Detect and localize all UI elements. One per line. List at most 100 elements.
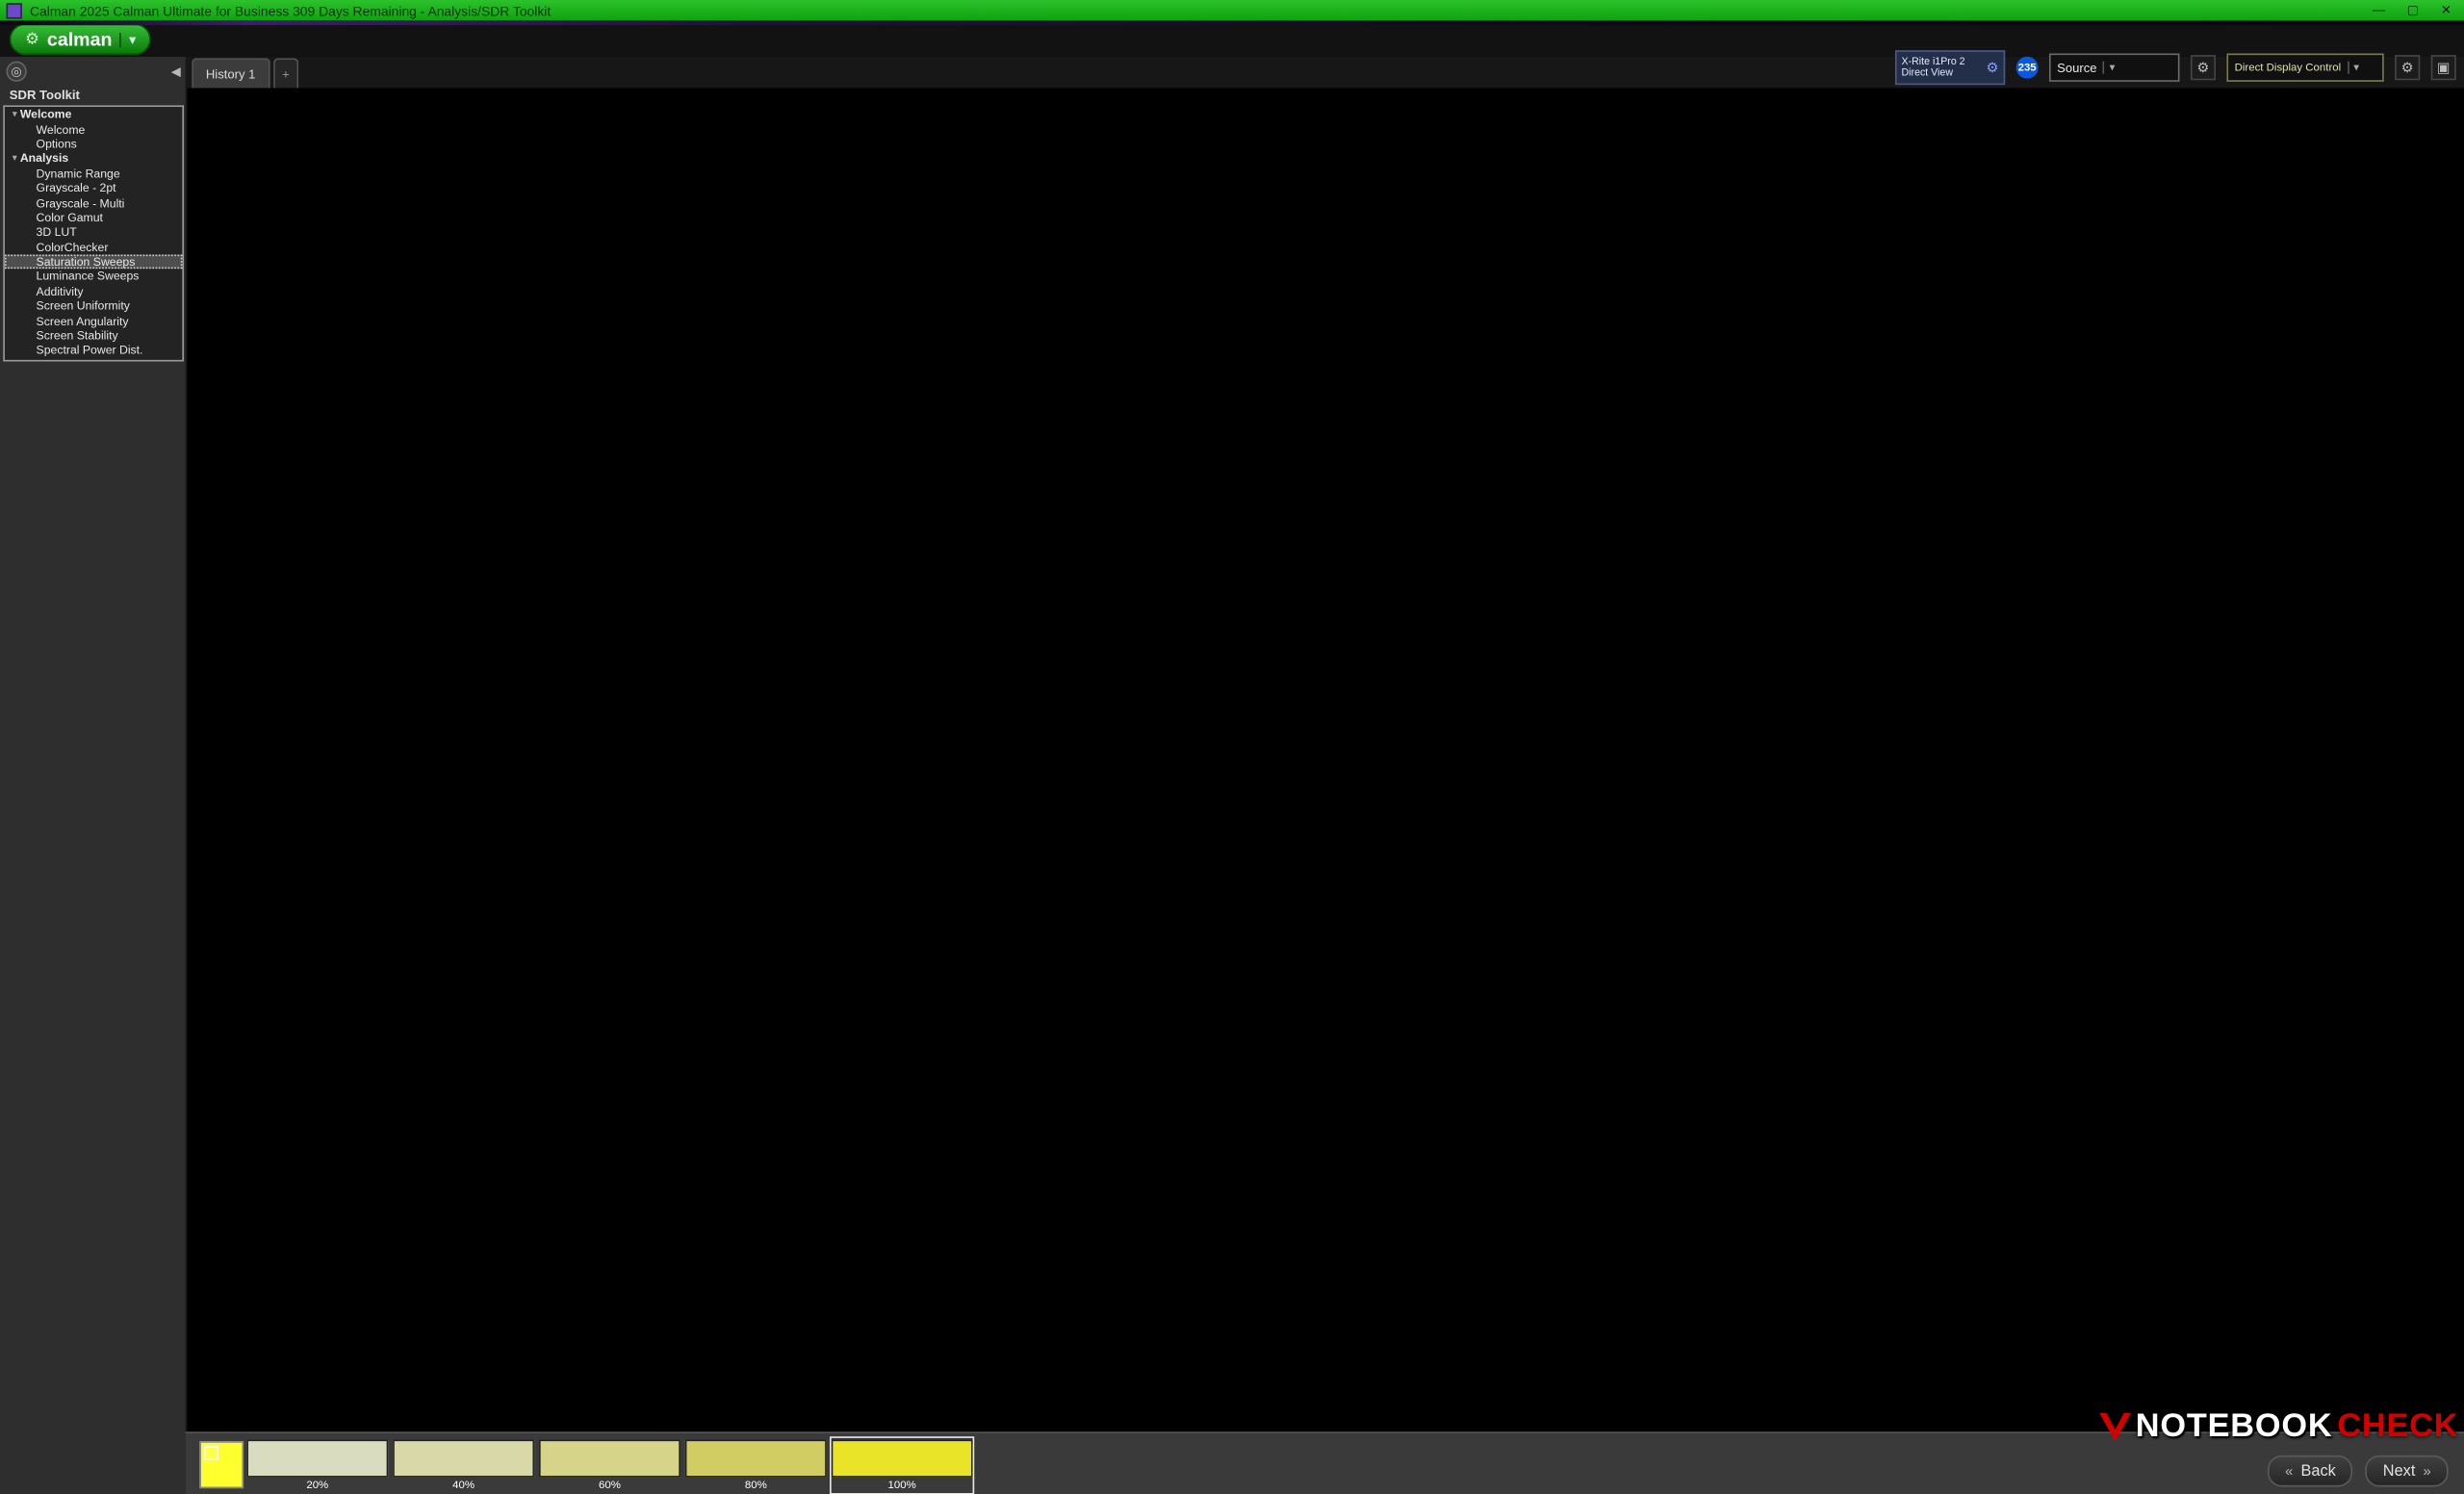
watermark-text-1: NOTEBOOK [2136, 1408, 2333, 1446]
sidebar-item-label: Color Gamut [37, 211, 103, 225]
window-controls: — ▢ ✕ [2373, 3, 2464, 17]
swatch-color [685, 1440, 827, 1478]
swatch-label: 40% [452, 1481, 475, 1491]
sidebar-item-label: Screen Uniformity [37, 299, 130, 314]
source-dropdown[interactable]: Source ▾ [2049, 54, 2180, 82]
tab-history-1[interactable]: History 1 [192, 58, 270, 88]
back-label: Back [2301, 1462, 2336, 1480]
chip-marker [204, 1446, 218, 1460]
bottom-swatch-20[interactable]: 20% [248, 1440, 387, 1492]
sidebar-item-welcome[interactable]: Welcome [5, 121, 182, 136]
swatch-color [832, 1440, 973, 1478]
sidebar-item-label: Luminance Sweeps [37, 270, 140, 284]
display-settings-gear-icon[interactable]: ⚙ [2395, 55, 2420, 80]
sidebar-item-3d-lut[interactable]: 3D LUT [5, 225, 182, 240]
titlebar: Calman 2025 Calman Ultimate for Business… [0, 0, 2464, 20]
bottom-swatch-40[interactable]: 40% [395, 1440, 533, 1492]
sidebar-tree: ▾WelcomeWelcomeOptions▾AnalysisDynamic R… [3, 105, 184, 361]
sidebar-item-label: Analysis [20, 151, 68, 166]
sidebar-item-label: Saturation Sweeps [37, 255, 136, 270]
swatch-label: 100% [888, 1481, 916, 1491]
sidebar-item-saturation-sweeps[interactable]: Saturation Sweeps [5, 254, 182, 269]
sidebar-item-colorchecker[interactable]: ColorChecker [5, 240, 182, 254]
sidebar-item-screen-angularity[interactable]: Screen Angularity [5, 314, 182, 328]
swatch-label: 60% [599, 1481, 621, 1491]
sidebar-item-color-gamut[interactable]: Color Gamut [5, 210, 182, 224]
meter-count-badge: 235 [2016, 57, 2039, 79]
expander-icon: ▾ [13, 154, 17, 164]
main-content [186, 88, 2464, 1433]
chevron-down-icon: ▾ [2348, 62, 2359, 74]
app-icon [7, 2, 22, 17]
app-window: Calman 2025 Calman Ultimate for Business… [0, 0, 2464, 1494]
logo-text: calman [47, 28, 113, 50]
meter-button[interactable]: X-Rite i1Pro 2 Direct View ⚙ [1895, 50, 2005, 85]
display-control-dropdown-value: Direct Display Control [2235, 62, 2342, 72]
notebookcheck-watermark: NOTEBOOK CHECK [2099, 1408, 2458, 1446]
maximize-button[interactable]: ▢ [2407, 3, 2419, 17]
display-control-dropdown[interactable]: Direct Display Control ▾ [2226, 54, 2383, 82]
sidebar-item-label: Grayscale - 2pt [37, 181, 116, 195]
calman-menu-button[interactable]: ⚙ calman ▾ [10, 23, 152, 55]
window-title: Calman 2025 Calman Ultimate for Business… [30, 2, 551, 17]
watermark-text-2: CHECK [2337, 1408, 2458, 1446]
next-arrow-icon: » [2424, 1463, 2431, 1479]
sidebar-item-label: Options [37, 137, 77, 151]
gear-icon: ⚙ [25, 31, 39, 48]
swatch-label: 80% [745, 1481, 767, 1491]
sidebar-item-label: Grayscale - Multi [37, 195, 125, 210]
sidebar-title: SDR Toolkit [10, 88, 80, 102]
sidebar-item-dynamic-range[interactable]: Dynamic Range [5, 166, 182, 180]
sidebar-item-label: Screen Angularity [37, 314, 129, 328]
sidebar-item-label: ColorChecker [37, 240, 109, 254]
sidebar-item-luminance-sweeps[interactable]: Luminance Sweeps [5, 270, 182, 284]
back-button[interactable]: « Back [2268, 1455, 2353, 1487]
workflow-controls: X-Rite i1Pro 2 Direct View ⚙ 235 Source … [1895, 50, 2456, 85]
sidebar-collapse-icon[interactable]: ◀ [171, 64, 181, 79]
swatch-color [539, 1440, 680, 1478]
bottom-swatch-60[interactable]: 60% [541, 1440, 680, 1492]
sidebar-item-grayscale-multi[interactable]: Grayscale - Multi [5, 195, 182, 210]
swatch-color [393, 1440, 534, 1478]
close-button[interactable]: ✕ [2441, 3, 2451, 17]
minimize-button[interactable]: — [2373, 3, 2385, 17]
sidebar-item-label: Dynamic Range [37, 167, 120, 181]
gear-icon: ⚙ [1987, 59, 1999, 76]
sidebar-item-label: Additivity [37, 284, 84, 298]
bottom-swatch-strip: 20% 40% 60% 80% 100% [248, 1440, 971, 1492]
source-settings-gear-icon[interactable]: ⚙ [2191, 55, 2216, 80]
sidebar-item-screen-uniformity[interactable]: Screen Uniformity [5, 298, 182, 313]
add-tab-button[interactable]: + [272, 58, 298, 88]
sidebar-item-label: 3D LUT [37, 225, 77, 240]
sidebar-item-label: Spectral Power Dist. [37, 344, 143, 358]
source-dropdown-value: Source [2057, 61, 2096, 75]
sidebar-item-grayscale-2pt[interactable]: Grayscale - 2pt [5, 181, 182, 195]
screen: Calman 2025 Calman Ultimate for Business… [0, 0, 2464, 1494]
swatch-label: 20% [306, 1481, 328, 1491]
next-label: Next [2383, 1462, 2416, 1480]
meter-line2: Direct View [1902, 67, 1965, 79]
sidebar-item-additivity[interactable]: Additivity [5, 284, 182, 298]
display-icon[interactable]: ▣ [2431, 55, 2456, 80]
meter-line1: X-Rite i1Pro 2 [1902, 56, 1965, 67]
sidebar-item-analysis[interactable]: ▾Analysis [5, 151, 182, 166]
swatch-color [246, 1440, 388, 1478]
sidebar-item-options[interactable]: Options [5, 137, 182, 151]
chevron-down-icon: ▾ [2103, 62, 2115, 74]
sidebar-options-icon[interactable]: ◎ [7, 62, 27, 82]
accent-strip [0, 20, 2464, 25]
next-button[interactable]: Next » [2366, 1455, 2449, 1487]
current-color-chip [199, 1441, 244, 1488]
bottom-swatch-80[interactable]: 80% [686, 1440, 825, 1492]
sidebar-item-spectral-power-dist[interactable]: Spectral Power Dist. [5, 343, 182, 357]
sidebar-item-label: Welcome [37, 122, 86, 137]
sidebar-item-screen-stability[interactable]: Screen Stability [5, 328, 182, 343]
expander-icon: ▾ [13, 110, 17, 119]
sidebar-item-welcome[interactable]: ▾Welcome [5, 107, 182, 121]
nav-buttons: « Back Next » [2268, 1455, 2448, 1487]
back-arrow-icon: « [2285, 1463, 2293, 1479]
bottom-swatch-100[interactable]: 100% [833, 1440, 971, 1492]
meter-label: X-Rite i1Pro 2 Direct View [1902, 56, 1965, 79]
notebookcheck-logo-icon [2099, 1413, 2131, 1441]
sidebar-item-label: Screen Stability [37, 328, 118, 343]
